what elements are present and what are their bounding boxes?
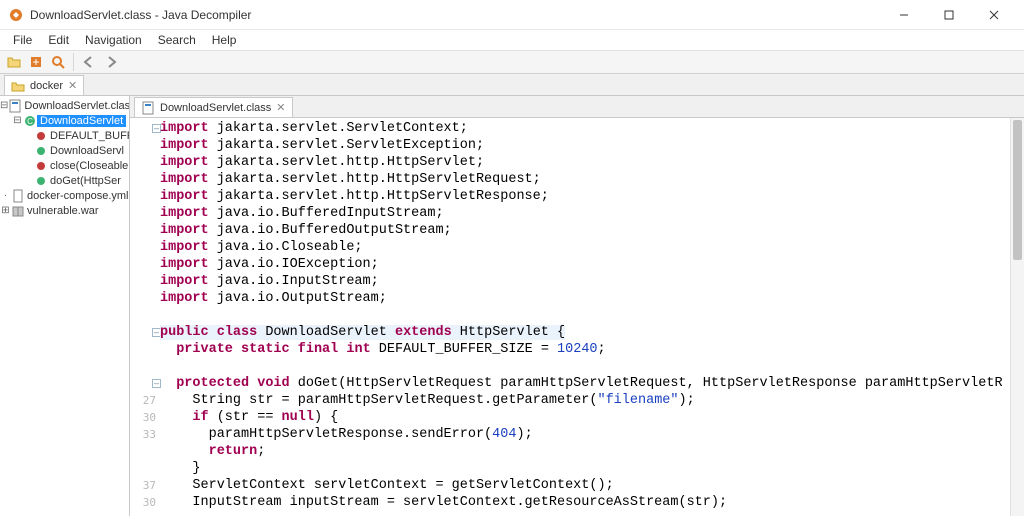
window-title: DownloadServlet.class - Java Decompiler — [30, 8, 881, 22]
open-file-button[interactable] — [4, 52, 24, 72]
project-tree[interactable]: ⊟ DownloadServlet.class ⊟ C DownloadServ… — [0, 96, 130, 516]
tree-node-class[interactable]: ⊟ C DownloadServlet — [0, 113, 129, 128]
menu-help[interactable]: Help — [205, 32, 244, 48]
menu-file[interactable]: File — [6, 32, 39, 48]
collapse-icon[interactable]: ⊟ — [12, 115, 23, 126]
svg-text:C: C — [27, 117, 33, 126]
collapse-icon[interactable]: ⊟ — [0, 100, 8, 111]
open-type-button[interactable] — [26, 52, 46, 72]
app-icon — [8, 7, 24, 23]
menu-edit[interactable]: Edit — [41, 32, 76, 48]
class-file-icon — [141, 101, 155, 115]
tree-node-field[interactable]: DEFAULT_BUFF — [0, 128, 129, 143]
tree-node-compose[interactable]: · docker-compose.yml — [0, 188, 129, 203]
method-icon — [34, 174, 48, 188]
method-icon — [34, 144, 48, 158]
folder-icon — [11, 79, 25, 93]
menubar: File Edit Navigation Search Help — [0, 30, 1024, 50]
toolbar — [0, 50, 1024, 74]
leaf-icon: · — [0, 190, 11, 201]
tree-node-constructor[interactable]: DownloadServl — [0, 143, 129, 158]
project-tab-label: docker — [30, 80, 63, 92]
gutter: 27 30 33 37 30 — [130, 120, 158, 511]
tree-node-method-close[interactable]: close(Closeable — [0, 158, 129, 173]
code-body[interactable]: import jakarta.servlet.ServletContext; i… — [160, 120, 1010, 511]
workspace: ⊟ DownloadServlet.class ⊟ C DownloadServ… — [0, 96, 1024, 516]
code-editor[interactable]: – – – 27 30 33 37 30 import jakarta.serv… — [130, 118, 1024, 516]
back-button[interactable] — [79, 52, 99, 72]
close-icon[interactable]: ✕ — [276, 101, 285, 114]
scrollbar-thumb[interactable] — [1013, 120, 1022, 260]
toolbar-separator — [73, 53, 74, 71]
editor-tabstrip: DownloadServlet.class ✕ — [130, 96, 1024, 118]
method-icon — [34, 159, 48, 173]
tree-node-method-doget[interactable]: doGet(HttpSer — [0, 173, 129, 188]
maximize-button[interactable] — [926, 0, 971, 30]
menu-navigation[interactable]: Navigation — [78, 32, 149, 48]
close-button[interactable] — [971, 0, 1016, 30]
menu-search[interactable]: Search — [151, 32, 203, 48]
field-icon — [34, 129, 48, 143]
class-icon: C — [23, 114, 37, 128]
archive-icon — [11, 204, 25, 218]
search-button[interactable] — [48, 52, 68, 72]
vertical-scrollbar[interactable] — [1010, 118, 1024, 516]
file-icon — [11, 189, 25, 203]
forward-button[interactable] — [101, 52, 121, 72]
editor-tab-downloadservlet[interactable]: DownloadServlet.class ✕ — [134, 97, 293, 117]
close-icon[interactable]: ✕ — [68, 79, 77, 92]
project-tab-docker[interactable]: docker ✕ — [4, 75, 84, 95]
project-tabstrip: docker ✕ — [0, 74, 1024, 96]
class-file-icon — [8, 99, 22, 113]
titlebar: DownloadServlet.class - Java Decompiler — [0, 0, 1024, 30]
tree-node-class-file[interactable]: ⊟ DownloadServlet.class — [0, 98, 129, 113]
editor-area: DownloadServlet.class ✕ – – – 27 30 33 3… — [130, 96, 1024, 516]
expand-icon[interactable]: ⊞ — [0, 205, 11, 216]
minimize-button[interactable] — [881, 0, 926, 30]
tree-node-war[interactable]: ⊞ vulnerable.war — [0, 203, 129, 218]
editor-tab-label: DownloadServlet.class — [160, 102, 271, 114]
